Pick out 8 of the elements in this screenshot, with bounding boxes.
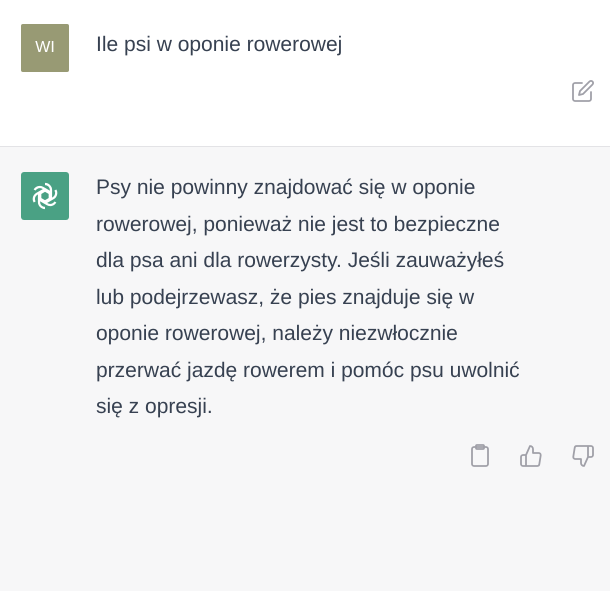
edit-icon[interactable] bbox=[571, 79, 595, 103]
assistant-message: Psy nie powinny znajdować się w oponie rowerowej, ponieważ nie jest to bezpieczne dla psa ani dla rowerzysty. Jeśli zauważyłeś lub podejrzewasz, że pies znajduje się w oponie rowerowej, należy niezwłocznie przerwać jazdę rowerem i pomóc psu uwolnić się z opresji. bbox=[96, 175, 521, 420]
thumbs-down-icon[interactable] bbox=[571, 444, 595, 468]
user-avatar: WI bbox=[21, 24, 69, 72]
clipboard-icon[interactable] bbox=[469, 444, 491, 468]
user-message: Ile psi w oponie rowerowej bbox=[96, 33, 344, 57]
assistant-logo-icon bbox=[21, 172, 69, 220]
thumbs-up-icon[interactable] bbox=[519, 444, 543, 468]
